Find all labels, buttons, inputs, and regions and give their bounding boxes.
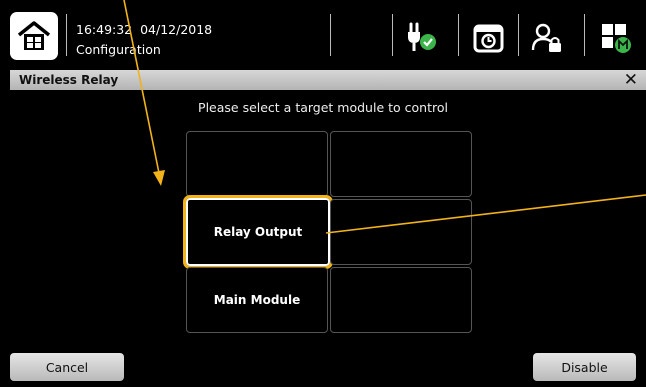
annotation-overlay [123,0,646,234]
annotation-arrow-line [123,0,161,179]
annotation-arrowhead [153,170,165,186]
annotation-callout-line [325,194,646,234]
